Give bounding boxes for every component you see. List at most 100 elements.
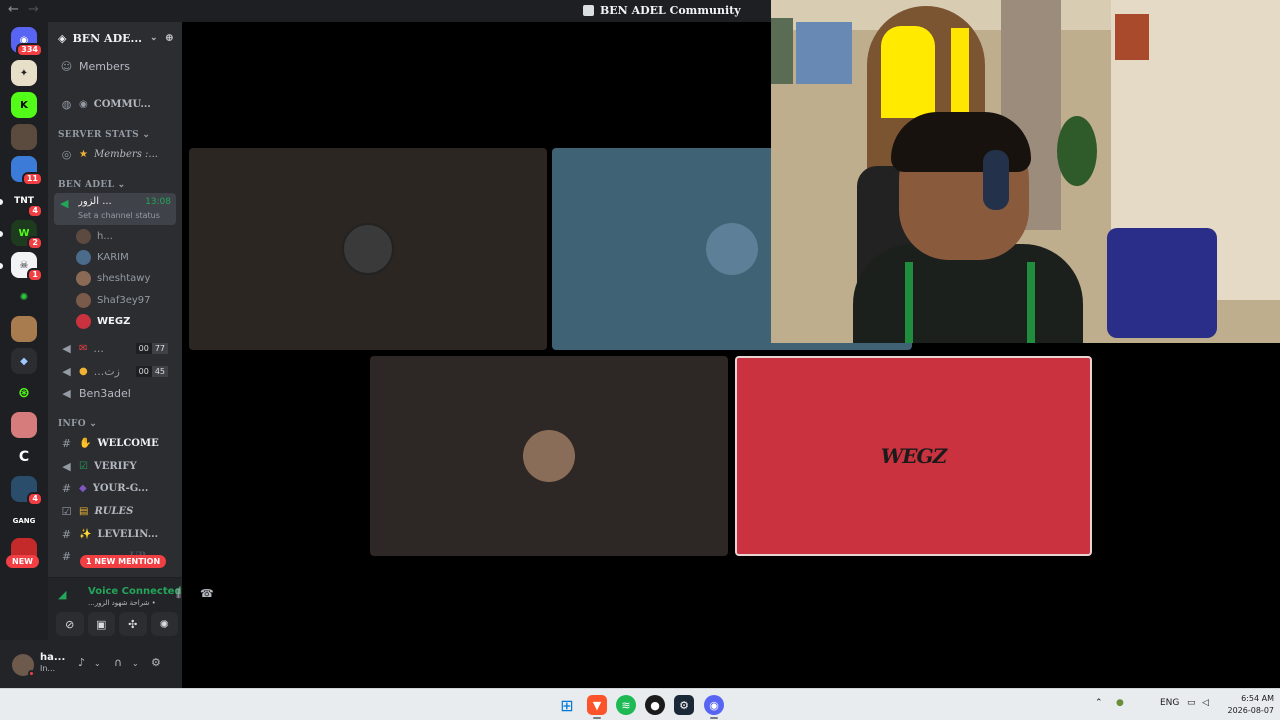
avatar: [76, 270, 91, 286]
video-tile-user3[interactable]: [370, 356, 728, 556]
signal-icon[interactable]: ◢: [58, 588, 66, 601]
avatar: [76, 292, 91, 308]
voice-stage-icon: ◎: [61, 147, 72, 161]
server-icon-8[interactable]: ✺: [11, 284, 37, 310]
spotify-icon[interactable]: ≋: [616, 695, 636, 715]
speaker-icon: ◀: [60, 197, 69, 210]
server-icon-w[interactable]: W 2: [11, 220, 43, 250]
activities-icon[interactable]: ✣: [119, 612, 147, 636]
obs-icon[interactable]: ●: [645, 695, 665, 715]
channel-label: VERIFY: [93, 460, 137, 472]
language-indicator[interactable]: ENG: [1160, 698, 1179, 708]
stat-members-channel[interactable]: ◎ ★ Members :...: [54, 143, 176, 165]
server-icon-10[interactable]: ◆: [11, 348, 37, 374]
server-icon-14[interactable]: 4: [11, 476, 43, 506]
voice-connected-label[interactable]: Voice Connected: [88, 586, 182, 597]
text-channel-rules[interactable]: ☑ ▤ RULES: [54, 500, 176, 522]
active-voice-channel[interactable]: ◀ الزور ... 13:08 Set a channel status: [54, 193, 176, 225]
server-icon-3[interactable]: [11, 124, 37, 150]
running-indicator: [593, 717, 601, 719]
voice-timer: 13:08: [145, 197, 171, 207]
server-icon-kick[interactable]: K: [11, 92, 37, 118]
username[interactable]: ha...: [40, 652, 65, 663]
speaker-icon: ◀: [62, 386, 71, 400]
server-icon-gang[interactable]: GANG: [11, 508, 37, 534]
avatar: [342, 223, 394, 275]
category-info[interactable]: INFO ⌄: [58, 419, 97, 429]
soundboard-icon[interactable]: ✺: [150, 612, 178, 636]
text-channel-leveling[interactable]: # ✨ LEVELIN...: [54, 523, 176, 545]
video-tile-wegz[interactable]: WEGZ: [735, 356, 1092, 556]
avatar-icon: [11, 124, 37, 150]
voice-channel[interactable]: ◀ ● ...زت 00 45: [54, 360, 176, 382]
voice-channel-subtitle[interactable]: ...شراحة شهود الزور •: [88, 599, 158, 607]
server-icon-12[interactable]: [11, 412, 37, 438]
chevron-down-icon[interactable]: ⌄: [94, 659, 101, 668]
server-icon-tnt[interactable]: TNT 4: [11, 188, 43, 218]
server-icon-11[interactable]: ⊛: [11, 380, 37, 406]
add-user-icon[interactable]: ⊕: [165, 31, 174, 44]
server-icon: [583, 5, 594, 16]
system-clock[interactable]: 6:54 AM 2026-08-07: [1224, 693, 1275, 717]
voice-member[interactable]: WEGZ: [76, 311, 130, 331]
status-dot: [28, 670, 35, 677]
microphone-icon[interactable]: ♪: [78, 656, 85, 669]
text-channel-verify[interactable]: ◀ ☑ VERIFY: [54, 455, 176, 477]
tray-app-icon[interactable]: ●: [1116, 698, 1124, 708]
emoji-icon: ●: [79, 365, 88, 377]
avatar: [76, 313, 91, 329]
checkbox-icon: ☑: [79, 460, 88, 472]
avatar-icon: [11, 412, 37, 438]
settings-gear-icon[interactable]: ⚙: [151, 656, 161, 669]
category-ben-adel[interactable]: BEN ADEL ⌄: [58, 180, 125, 190]
noise-suppression-icon[interactable]: ⫼: [176, 587, 181, 601]
count-current: 00: [135, 365, 152, 377]
chevron-down-icon[interactable]: ⌄: [132, 659, 139, 668]
chevron-up-icon[interactable]: ⌃: [1095, 698, 1103, 708]
video-tile-user1[interactable]: [189, 148, 547, 350]
category-server-stats[interactable]: SERVER STATS ⌄: [58, 130, 150, 140]
channel-label: LEVELIN...: [97, 528, 159, 540]
running-indicator: [710, 717, 718, 719]
members-channel[interactable]: ☺ Members: [54, 55, 176, 77]
back-arrow-icon[interactable]: ←: [8, 2, 19, 17]
steam-icon[interactable]: ⚙: [674, 695, 694, 715]
text-channel-welcome[interactable]: # ✋ WELCOME: [54, 432, 176, 454]
server-badge: 4: [27, 492, 43, 506]
window-title: BEN ADEL Community: [583, 4, 741, 17]
new-mention-badge[interactable]: 1 NEW MENTION: [80, 555, 167, 568]
count-current: 00: [135, 342, 152, 354]
disconnect-icon[interactable]: ☎: [200, 587, 214, 600]
headphones-icon[interactable]: ∩: [114, 656, 122, 669]
volume-icon[interactable]: ◁: [1202, 698, 1209, 708]
server-icon-13[interactable]: C: [11, 444, 37, 470]
camera-off-icon[interactable]: ⊘: [56, 612, 84, 636]
brave-browser-icon[interactable]: ▼: [587, 695, 607, 715]
screen-share-icon[interactable]: ▣: [87, 612, 115, 636]
voice-member[interactable]: Shaf3ey97: [76, 290, 151, 310]
server-icon-4[interactable]: 11: [11, 156, 43, 186]
forward-arrow-icon[interactable]: →: [28, 2, 39, 17]
community-channel[interactable]: ◍ ◉ COMMU...: [54, 93, 176, 115]
text-channel-your-g[interactable]: # ◆ YOUR-G...: [54, 477, 176, 499]
avatar-icon: [11, 316, 37, 342]
server-icon-9[interactable]: [11, 316, 37, 342]
sparkles-icon: ✨: [79, 528, 92, 540]
voice-channel[interactable]: ◀ Ben3adel: [54, 382, 176, 404]
network-icon[interactable]: ▭: [1187, 698, 1196, 708]
server-header[interactable]: ◈ BEN ADE... ⌄ ⊕: [48, 22, 182, 54]
shirt-stripe: [905, 262, 913, 343]
server-icon-nightmare[interactable]: ☠ 1: [11, 252, 43, 282]
voice-member[interactable]: h...: [76, 226, 113, 246]
windows-start-icon[interactable]: ⊞: [557, 695, 577, 715]
direct-messages-button[interactable]: ◉ 334: [11, 27, 43, 57]
new-badge[interactable]: NEW: [6, 555, 39, 568]
server-rail: ◉ 334 ✦ K 11 TNT 4 W 2 ☠ 1 ✺ ◆ ⊛ C 4 GAN…: [0, 22, 48, 688]
voice-channel[interactable]: ◀ ✉ ... 00 77: [54, 337, 176, 359]
member-name: KARIM: [97, 251, 129, 263]
channel-status[interactable]: Set a channel status: [78, 211, 160, 220]
discord-icon[interactable]: ◉: [704, 695, 724, 715]
voice-member[interactable]: sheshtawy: [76, 268, 150, 288]
voice-member[interactable]: KARIM: [76, 247, 129, 267]
server-icon-1[interactable]: ✦: [11, 60, 37, 86]
